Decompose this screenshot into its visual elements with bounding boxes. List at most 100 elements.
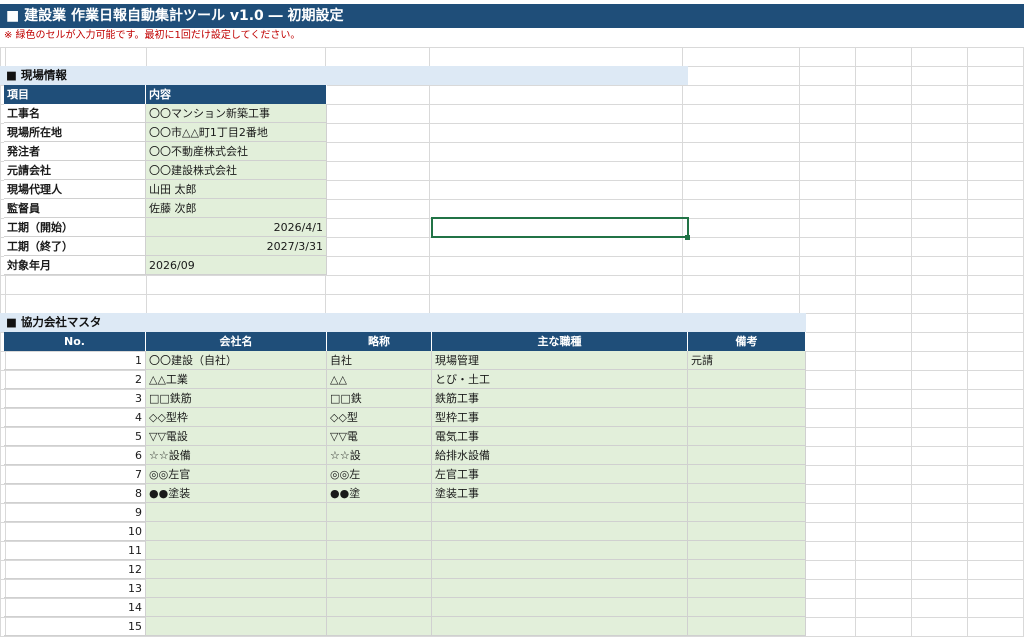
partner-remark[interactable]: [688, 617, 806, 636]
empty-cell[interactable]: [854, 465, 912, 485]
partner-short[interactable]: □□鉄: [327, 389, 432, 408]
partner-remark[interactable]: [688, 522, 806, 541]
empty-cell[interactable]: [324, 199, 430, 219]
partner-trade[interactable]: 塗装工事: [432, 484, 688, 503]
partner-remark[interactable]: [688, 427, 806, 446]
empty-cell[interactable]: [428, 104, 683, 124]
empty-cell[interactable]: [910, 161, 968, 181]
empty-cell[interactable]: [681, 47, 800, 67]
empty-cell[interactable]: [854, 598, 912, 618]
partner-remark[interactable]: [688, 598, 806, 617]
empty-cell[interactable]: [966, 465, 1024, 485]
empty-cell[interactable]: [798, 180, 856, 200]
empty-cell[interactable]: [324, 142, 430, 162]
partner-trade[interactable]: 給排水設備: [432, 446, 688, 465]
empty-cell[interactable]: [798, 85, 856, 105]
empty-cell[interactable]: [966, 180, 1024, 200]
empty-cell[interactable]: [854, 389, 912, 409]
empty-cell[interactable]: [966, 199, 1024, 219]
empty-cell[interactable]: [145, 275, 326, 295]
empty-cell[interactable]: [324, 123, 430, 143]
empty-cell[interactable]: [324, 104, 430, 124]
empty-cell[interactable]: [798, 351, 856, 371]
empty-cell[interactable]: [324, 256, 430, 276]
empty-cell[interactable]: [910, 351, 968, 371]
selected-cell[interactable]: [431, 217, 689, 238]
empty-cell[interactable]: [966, 598, 1024, 618]
partner-remark[interactable]: [688, 446, 806, 465]
partner-trade[interactable]: 鉄筋工事: [432, 389, 688, 408]
partner-trade[interactable]: [432, 579, 688, 598]
partner-remark[interactable]: [688, 370, 806, 389]
empty-cell[interactable]: [798, 541, 856, 561]
partner-name[interactable]: [146, 617, 327, 636]
partner-short[interactable]: [327, 503, 432, 522]
partner-name[interactable]: [146, 541, 327, 560]
empty-cell[interactable]: [681, 85, 800, 105]
empty-cell[interactable]: [966, 389, 1024, 409]
empty-cell[interactable]: [910, 313, 968, 333]
empty-cell[interactable]: [854, 427, 912, 447]
empty-cell[interactable]: [854, 85, 912, 105]
empty-cell[interactable]: [910, 237, 968, 257]
empty-cell[interactable]: [854, 408, 912, 428]
empty-cell[interactable]: [854, 123, 912, 143]
empty-cell[interactable]: [798, 427, 856, 447]
empty-cell[interactable]: [798, 370, 856, 390]
empty-cell[interactable]: [966, 617, 1024, 637]
partner-trade[interactable]: [432, 503, 688, 522]
empty-cell[interactable]: [681, 123, 800, 143]
empty-cell[interactable]: [854, 332, 912, 352]
empty-cell[interactable]: [966, 503, 1024, 523]
partner-trade[interactable]: 型枠工事: [432, 408, 688, 427]
site-info-value[interactable]: 〇〇建設株式会社: [146, 161, 327, 180]
empty-cell[interactable]: [910, 484, 968, 504]
partner-short[interactable]: [327, 522, 432, 541]
partner-trade[interactable]: [432, 560, 688, 579]
empty-cell[interactable]: [428, 47, 683, 67]
empty-cell[interactable]: [798, 465, 856, 485]
empty-cell[interactable]: [966, 313, 1024, 333]
empty-cell[interactable]: [854, 560, 912, 580]
empty-cell[interactable]: [854, 161, 912, 181]
partner-name[interactable]: 〇〇建設（自社）: [146, 351, 327, 370]
partner-name[interactable]: [146, 560, 327, 579]
partner-short[interactable]: ▽▽電: [327, 427, 432, 446]
empty-cell[interactable]: [798, 446, 856, 466]
partner-name[interactable]: △△工業: [146, 370, 327, 389]
empty-cell[interactable]: [681, 104, 800, 124]
partner-remark[interactable]: [688, 560, 806, 579]
site-info-value[interactable]: 〇〇マンション新築工事: [146, 104, 327, 123]
empty-cell[interactable]: [854, 579, 912, 599]
empty-cell[interactable]: [910, 465, 968, 485]
empty-cell[interactable]: [910, 180, 968, 200]
empty-cell[interactable]: [798, 161, 856, 181]
site-info-value[interactable]: 2027/3/31: [146, 237, 327, 256]
partner-short[interactable]: [327, 579, 432, 598]
empty-cell[interactable]: [798, 199, 856, 219]
empty-cell[interactable]: [966, 85, 1024, 105]
empty-cell[interactable]: [854, 484, 912, 504]
partner-trade[interactable]: [432, 617, 688, 636]
empty-cell[interactable]: [910, 560, 968, 580]
empty-cell[interactable]: [966, 332, 1024, 352]
empty-cell[interactable]: [966, 237, 1024, 257]
empty-cell[interactable]: [428, 85, 683, 105]
site-info-value[interactable]: 2026/09: [146, 256, 327, 275]
empty-cell[interactable]: [798, 579, 856, 599]
empty-cell[interactable]: [681, 275, 800, 295]
partner-remark[interactable]: [688, 541, 806, 560]
empty-cell[interactable]: [910, 541, 968, 561]
empty-cell[interactable]: [966, 161, 1024, 181]
empty-cell[interactable]: [966, 446, 1024, 466]
partner-name[interactable]: [146, 522, 327, 541]
empty-cell[interactable]: [798, 294, 856, 314]
empty-cell[interactable]: [966, 370, 1024, 390]
empty-cell[interactable]: [798, 522, 856, 542]
empty-cell[interactable]: [854, 180, 912, 200]
empty-cell[interactable]: [854, 47, 912, 67]
empty-cell[interactable]: [4, 275, 147, 295]
empty-cell[interactable]: [966, 541, 1024, 561]
partner-trade[interactable]: 電気工事: [432, 427, 688, 446]
empty-cell[interactable]: [4, 47, 147, 67]
